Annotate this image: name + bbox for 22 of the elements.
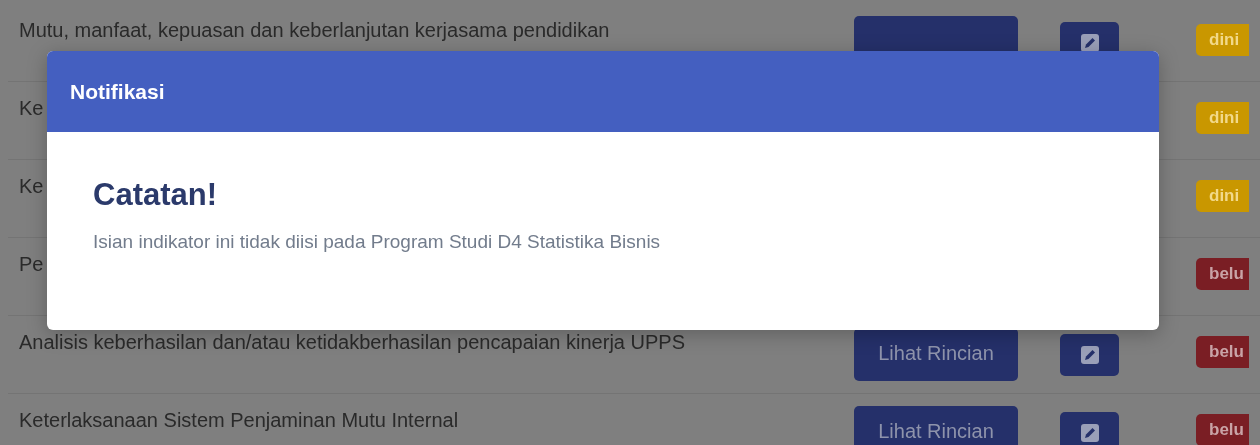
indicator-title: Analisis keberhasilan dan/atau ketidakberhasilan pencapaian kinerja UPPS (19, 330, 685, 354)
status-badge: belu (1196, 336, 1249, 368)
edit-icon (1080, 34, 1099, 52)
edit-button[interactable] (1060, 412, 1119, 445)
status-badge: dini (1196, 102, 1249, 134)
note-heading: Catatan! (93, 177, 218, 213)
indicator-title: Ke (19, 96, 44, 120)
view-details-button[interactable]: Lihat Rincian (854, 406, 1018, 445)
modal-title: Notifikasi (70, 79, 165, 104)
edit-icon (1080, 424, 1099, 442)
indicator-title: Mutu, manfaat, kepuasan dan keberlanjutan kerjasama pendidikan (19, 18, 610, 42)
indicator-title: Pe (19, 252, 44, 276)
indicator-title: Ke (19, 174, 44, 198)
status-badge: dini (1196, 24, 1249, 56)
edit-button[interactable] (1060, 334, 1119, 376)
status-badge: belu (1196, 258, 1249, 290)
edit-icon (1080, 346, 1099, 364)
indicator-title: Keterlaksanaan Sistem Penjaminan Mutu Internal (19, 408, 459, 432)
view-details-button[interactable]: Lihat Rincian (854, 328, 1018, 381)
note-message: Isian indikator ini tidak diisi pada Program Studi D4 Statistika Bisnis (93, 231, 662, 253)
status-badge: belu (1196, 414, 1249, 445)
status-badge: dini (1196, 180, 1249, 212)
